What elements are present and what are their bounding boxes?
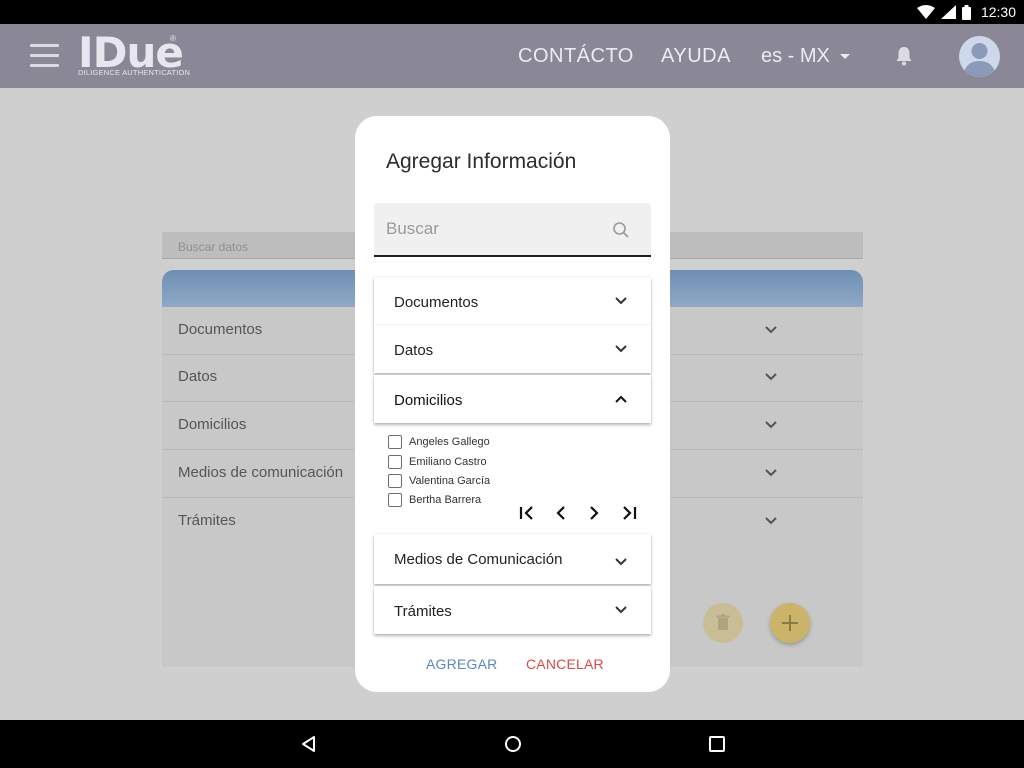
chevron-down-icon bbox=[765, 326, 777, 334]
chevron-down-icon bbox=[765, 421, 777, 429]
background-delete-button bbox=[703, 603, 743, 643]
signal-icon bbox=[940, 5, 956, 19]
dialog-search-input[interactable] bbox=[374, 203, 614, 255]
language-selector[interactable]: es - MX bbox=[761, 45, 850, 68]
first-page-icon[interactable] bbox=[518, 504, 536, 522]
section-label: Medios de Comunicación bbox=[394, 551, 563, 568]
notifications-bell-icon[interactable] bbox=[892, 44, 916, 68]
chevron-down-icon bbox=[615, 558, 627, 566]
chevron-down-icon bbox=[765, 517, 777, 525]
app-bar: IDue ® DILIGENCE AUTHENTICATION CONTÁCTO… bbox=[0, 24, 1024, 88]
checkbox[interactable] bbox=[388, 455, 402, 469]
wifi-icon bbox=[916, 5, 935, 19]
next-page-icon[interactable] bbox=[585, 504, 603, 522]
option-label: Emiliano Castro bbox=[409, 456, 487, 468]
cancel-button[interactable]: CANCELAR bbox=[526, 656, 604, 672]
chevron-down-icon bbox=[765, 373, 777, 381]
logo-tagline: DILIGENCE AUTHENTICATION bbox=[78, 68, 191, 77]
language-value: es - MX bbox=[761, 45, 830, 67]
last-page-icon[interactable] bbox=[620, 504, 638, 522]
status-time: 12:30 bbox=[980, 4, 1016, 20]
option-label: Angeles Gallego bbox=[409, 436, 490, 448]
option-label: Valentina García bbox=[409, 475, 491, 487]
option-checkbox[interactable]: Angeles Gallego bbox=[388, 434, 490, 450]
dialog-search-field[interactable] bbox=[374, 203, 651, 257]
section-label: Trámites bbox=[394, 603, 452, 620]
section-label: Documentos bbox=[394, 294, 479, 311]
status-icons: 12:30 bbox=[916, 3, 1016, 21]
chevron-up-icon bbox=[615, 395, 627, 403]
search-icon[interactable] bbox=[612, 221, 630, 239]
option-checkbox[interactable]: Valentina García bbox=[388, 473, 490, 489]
add-button[interactable]: AGREGAR bbox=[426, 656, 497, 672]
background-row-label: Trámites bbox=[178, 512, 236, 529]
pagination-controls bbox=[515, 504, 645, 522]
checkbox[interactable] bbox=[388, 493, 402, 507]
section-label: Datos bbox=[394, 342, 434, 359]
section-label: Domicilios bbox=[394, 392, 463, 409]
section-medios-de-comunicacion[interactable]: Medios de Comunicación bbox=[374, 534, 651, 584]
chevron-down-icon bbox=[615, 297, 627, 305]
app-logo: IDue ® DILIGENCE AUTHENTICATION bbox=[78, 32, 191, 80]
section-datos[interactable]: Datos bbox=[374, 325, 651, 373]
background-row-label: Domicilios bbox=[178, 416, 247, 433]
option-label: Bertha Barrera bbox=[409, 494, 482, 506]
option-checkbox[interactable]: Bertha Barrera bbox=[388, 492, 481, 508]
previous-page-icon[interactable] bbox=[552, 504, 570, 522]
logo-registered-mark: ® bbox=[170, 34, 176, 43]
chevron-down-icon bbox=[765, 469, 777, 477]
nav-help-link[interactable]: AYUDA bbox=[661, 45, 731, 68]
section-domicilios[interactable]: Domicilios bbox=[374, 375, 651, 423]
background-row-label: Documentos bbox=[178, 321, 263, 338]
background-row-label: Datos bbox=[178, 368, 218, 385]
caret-down-icon bbox=[839, 54, 850, 59]
dialog-title: Agregar Información bbox=[386, 150, 577, 173]
checkbox[interactable] bbox=[388, 435, 402, 449]
background-add-button bbox=[770, 603, 810, 643]
option-checkbox[interactable]: Emiliano Castro bbox=[388, 454, 487, 470]
chevron-down-icon bbox=[615, 345, 627, 353]
hamburger-menu-icon[interactable] bbox=[30, 44, 60, 68]
home-icon[interactable] bbox=[503, 734, 523, 754]
section-documentos[interactable]: Documentos bbox=[374, 277, 651, 325]
status-bar: 12:30 bbox=[0, 0, 1024, 24]
background-row-label: Medios de comunicación bbox=[178, 464, 344, 481]
recent-apps-icon[interactable] bbox=[707, 734, 727, 754]
plus-icon bbox=[782, 615, 798, 631]
chevron-down-icon bbox=[615, 606, 627, 614]
background-search-placeholder: Buscar datos bbox=[178, 240, 249, 254]
add-information-dialog: Agregar Información Documentos Datos Dom… bbox=[355, 116, 670, 692]
user-avatar[interactable] bbox=[959, 36, 1000, 77]
section-tramites[interactable]: Trámites bbox=[374, 586, 651, 634]
nav-contact-link[interactable]: CONTÁCTO bbox=[518, 45, 634, 68]
checkbox[interactable] bbox=[388, 474, 402, 488]
trash-icon bbox=[716, 614, 730, 630]
person-icon bbox=[963, 43, 996, 77]
battery-icon bbox=[961, 4, 971, 20]
back-icon[interactable] bbox=[299, 734, 319, 754]
system-navigation-bar bbox=[0, 720, 1024, 768]
